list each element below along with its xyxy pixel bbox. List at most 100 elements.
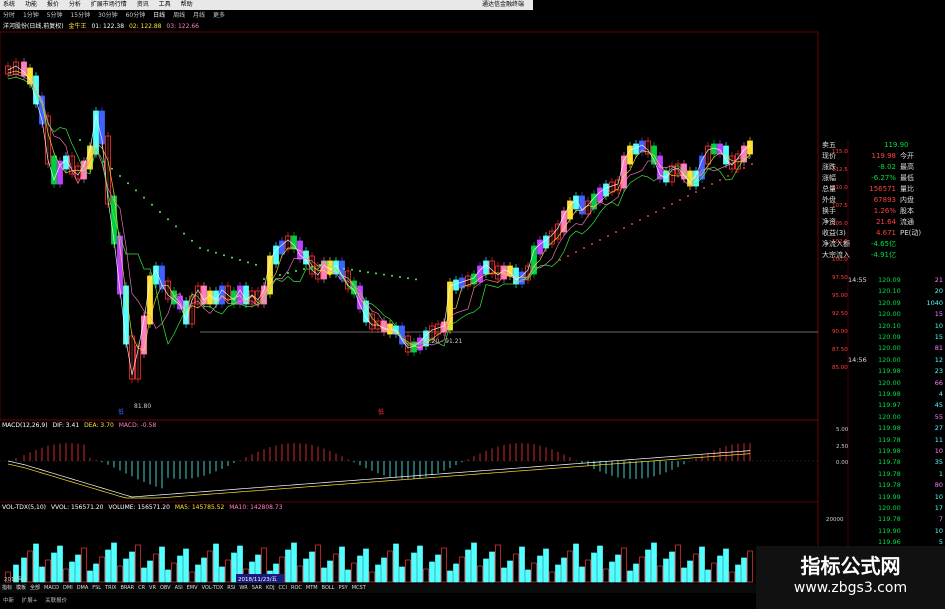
quote-value: 4.671 [875, 229, 896, 237]
quote-row: 大宗流入 -4.91亿 [818, 250, 945, 260]
indicator-tab[interactable]: BRAR [120, 585, 134, 591]
tick-row: 119.78 35 [848, 458, 945, 468]
tab-daily[interactable]: 日线 [153, 12, 165, 19]
quote-label-2: 今开 [900, 152, 914, 160]
volume-bar [555, 564, 561, 583]
quote-label-2: 流通 [900, 218, 914, 226]
menu-news[interactable]: 资讯 [137, 1, 149, 8]
tab-weekly[interactable]: 周线 [173, 12, 185, 19]
volume-bar [441, 547, 447, 583]
quote-row: 涨跌 -8.02 最高 [818, 162, 945, 172]
status-item-1[interactable]: 中新 [3, 598, 14, 604]
sar-dot [359, 270, 361, 272]
menu-system[interactable]: 系统 [3, 1, 15, 8]
indicator-tab[interactable]: KDJ [266, 585, 275, 591]
tab-1min[interactable]: 1分钟 [23, 12, 39, 19]
volume-bar [579, 566, 585, 583]
sar-dot [279, 274, 281, 276]
sar-dot [167, 218, 169, 221]
tab-60min[interactable]: 60分钟 [126, 12, 146, 19]
sar-dot [655, 211, 657, 213]
indicator-tab[interactable]: EMV [187, 585, 198, 591]
indicator-tab[interactable]: ASI [175, 585, 183, 591]
sar-dot [567, 255, 569, 257]
menu-ext-market[interactable]: 扩展市场行情 [91, 1, 127, 8]
menu-tools[interactable]: 工具 [159, 1, 171, 8]
indicator-tab[interactable]: VR [149, 585, 156, 591]
tab-30min[interactable]: 30分钟 [98, 12, 118, 19]
tick-volume: 7 [938, 515, 943, 524]
status-item-3[interactable]: 关联报价 [45, 598, 67, 604]
tick-volume: 15 [934, 333, 943, 341]
indicator-tab[interactable]: DMA [77, 585, 89, 591]
indicator-tab[interactable]: VOL-TDX [202, 585, 224, 591]
stock-chart-canvas[interactable]: 115.0112.5110.0107.5105.0102.5100.097.50… [0, 0, 945, 609]
tick-volume: 4 [938, 390, 943, 398]
volume-series [5, 542, 753, 583]
status-item-2[interactable]: 扩展+ [22, 598, 38, 604]
sar-dot [335, 260, 337, 262]
sar-dot [79, 139, 81, 141]
indicator-tab[interactable]: MTM [306, 585, 318, 591]
macd-info: MACD(12,26,9) DIF: 3.41 DEA: 3.70 MACD: … [2, 422, 156, 429]
indicator-tab[interactable]: BOLL [322, 585, 335, 591]
indicator-tab[interactable]: TRIX [105, 585, 116, 591]
tick-row: 119.97 45 [848, 401, 945, 411]
quote-panel: 卖五 现价 119.98 今开 涨跌 -8.02 最高 涨幅 -6.27% 最低 总量 156571 量… [818, 140, 945, 270]
menu-help[interactable]: 帮助 [181, 1, 193, 8]
volume-bar [465, 549, 471, 583]
indicator-tab[interactable]: CR [138, 585, 145, 591]
quote-label: 总量 [822, 185, 836, 193]
sar-dot [575, 251, 577, 253]
indicator-tab[interactable]: CCI [279, 585, 287, 591]
indicator-tab[interactable]: 模板 [16, 585, 26, 591]
sar-dot [151, 203, 153, 206]
indicator-tab[interactable]: SAR [252, 585, 262, 591]
tab-intraday[interactable]: 分时 [3, 12, 15, 19]
indicator-tab[interactable]: PSY [338, 585, 347, 591]
indicator-tab[interactable]: WR [239, 585, 247, 591]
ma-line [7, 73, 751, 346]
volume-bar [639, 556, 645, 583]
tick-volume: 35 [934, 458, 943, 467]
macd-value: MACD: -0.58 [118, 422, 157, 429]
volume-bar [627, 570, 633, 583]
quote-label-2: 股本 [900, 207, 914, 215]
tick-volume: 21 [934, 276, 943, 284]
menu-analysis[interactable]: 分析 [69, 1, 81, 8]
indicator-tab[interactable]: MCST [352, 585, 366, 591]
tab-more[interactable]: 更多 [213, 12, 225, 19]
tick-row: 120.00 15 [848, 310, 945, 320]
tick-row: 119.98 23 [848, 367, 945, 377]
sar-dot [583, 247, 585, 249]
tick-price: 119.98 [878, 424, 901, 433]
indicator-tab[interactable]: 指标 [2, 585, 12, 591]
volume-bar [453, 563, 459, 583]
indicator-tab[interactable]: ROC [291, 585, 302, 591]
indicator-tab[interactable]: OBV [160, 585, 171, 591]
menu-quote[interactable]: 报价 [47, 1, 59, 8]
tick-price: 119.90 [878, 526, 901, 535]
tab-15min[interactable]: 15分钟 [70, 12, 90, 19]
menu-function[interactable]: 功能 [25, 1, 37, 8]
volume-bar [141, 567, 147, 583]
app-title: 通达信金融终端 [481, 1, 524, 8]
indicator-tab[interactable]: FSL [92, 585, 101, 591]
indicator-tab[interactable]: RSI [227, 585, 235, 591]
tab-5min[interactable]: 5分钟 [47, 12, 63, 19]
quote-value: -4.91亿 [870, 251, 896, 259]
tick-price: 120.10 [878, 321, 901, 330]
sar-dot [207, 249, 209, 252]
volume-bar [123, 558, 129, 583]
quote-row: 净流入额 -4.65亿 [818, 239, 945, 249]
indicator-tab[interactable]: 全部 [30, 585, 40, 591]
tab-monthly[interactable]: 月线 [193, 12, 205, 19]
tick-volume: 10 [934, 526, 943, 535]
indicator-tab[interactable]: DMI [63, 585, 73, 591]
sar-dot [263, 278, 265, 280]
volume-bar [489, 551, 495, 583]
volume-bar [105, 549, 111, 583]
tick-row: 120.00 55 [848, 413, 945, 423]
indicator-tab[interactable]: MACD [44, 585, 59, 591]
volume-bar [189, 571, 195, 583]
